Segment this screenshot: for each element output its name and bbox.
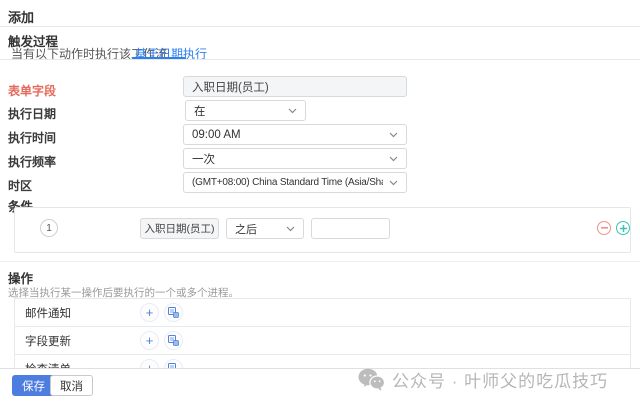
exec-freq-select[interactable]: 一次 [183, 148, 407, 169]
chevron-down-icon [288, 108, 297, 114]
condition-operator-select[interactable]: 之后 [226, 218, 304, 239]
exec-time-select[interactable]: 09:00 AM [183, 124, 407, 145]
exec-time-label: 执行时间 [8, 129, 56, 146]
add-action-button[interactable]: + [140, 331, 159, 350]
associate-existing-icon[interactable] [164, 303, 183, 322]
exec-freq-label: 执行频率 [8, 153, 56, 170]
timezone-label: 时区 [8, 177, 32, 194]
watermark: 公众号 · 叶师父的吃瓜技巧 [358, 364, 608, 394]
action-label: 邮件通知 [25, 305, 71, 321]
chevron-down-icon [389, 156, 398, 162]
plus-circle-icon[interactable] [616, 221, 630, 235]
cancel-button[interactable]: 取消 [50, 375, 93, 396]
exec-freq-value: 一次 [192, 151, 215, 167]
action-label: 字段更新 [25, 333, 71, 349]
form-field-value: 入职日期(员工) [192, 79, 269, 95]
timezone-select[interactable]: (GMT+08:00) China Standard Time (Asia/Sh… [183, 172, 407, 193]
exec-time-value: 09:00 AM [192, 129, 241, 141]
header-divider [0, 26, 640, 27]
chevron-down-icon [286, 226, 295, 232]
action-row-email: 邮件通知 + [15, 299, 630, 327]
save-button[interactable]: 保存 [12, 375, 55, 396]
condition-value-input[interactable] [311, 218, 390, 239]
minus-circle-icon[interactable] [597, 221, 611, 235]
chevron-down-icon [389, 132, 398, 138]
associate-existing-icon[interactable] [164, 331, 183, 350]
section-divider [0, 261, 640, 262]
exec-date-value: 在 [194, 103, 206, 119]
watermark-text: 公众号 · 叶师父的吃瓜技巧 [392, 367, 608, 392]
action-row-field-update: 字段更新 + [15, 327, 630, 355]
condition-field-input[interactable]: 入职日期(员工) [140, 218, 219, 239]
condition-index-badge: 1 [40, 219, 58, 237]
timezone-value: (GMT+08:00) China Standard Time (Asia/Sh… [192, 177, 383, 188]
exec-date-select[interactable]: 在 [185, 100, 306, 121]
add-action-button[interactable]: + [140, 303, 159, 322]
tabs-divider [0, 59, 640, 60]
wechat-icon [358, 368, 385, 391]
condition-operator-value: 之后 [235, 221, 257, 237]
page-title: 添加 [8, 7, 34, 26]
form-field-label: 表单字段 [8, 82, 56, 99]
form-field-input[interactable]: 入职日期(员工) [183, 76, 407, 97]
chevron-down-icon [389, 180, 398, 186]
exec-date-label: 执行日期 [8, 105, 56, 122]
condition-field-value: 入职日期(员工) [145, 221, 215, 236]
